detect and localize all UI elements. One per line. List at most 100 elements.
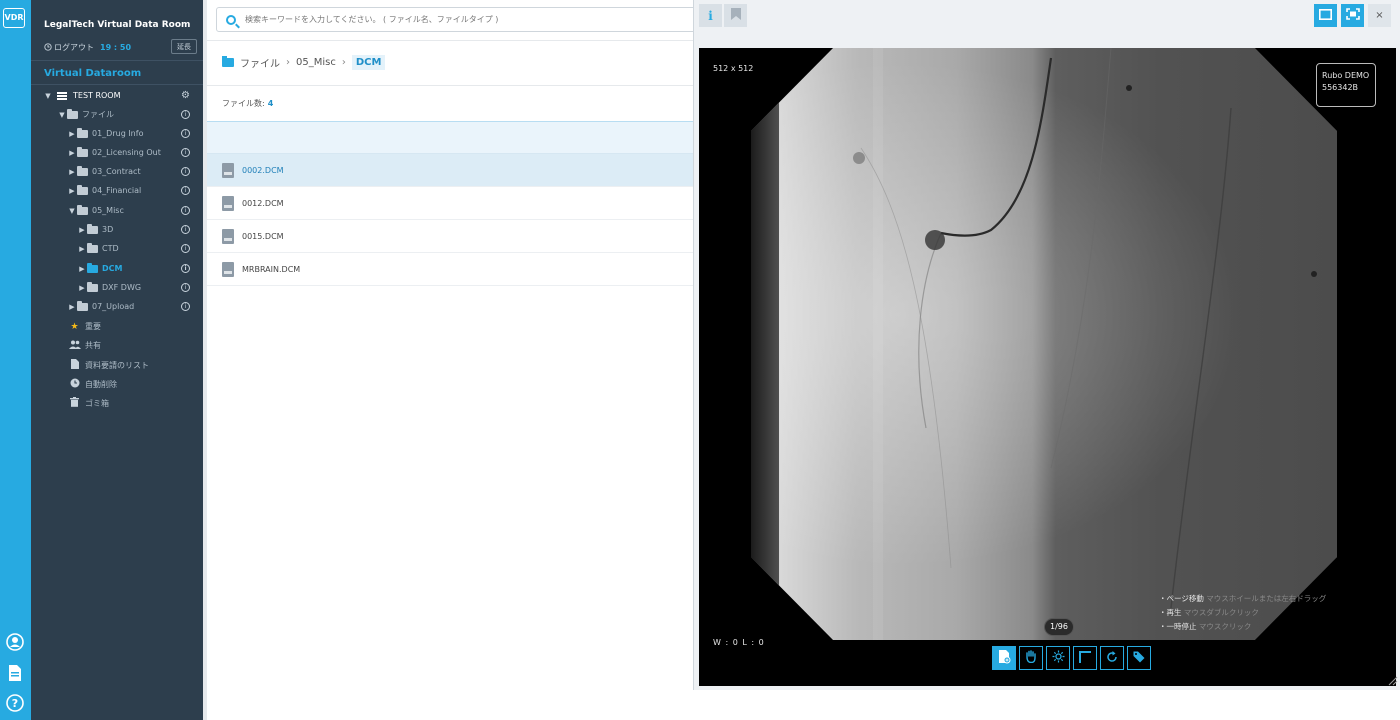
caret-down-icon[interactable]: ▼ — [67, 207, 77, 215]
breadcrumb: ファイル › 05_Misc › DCM — [222, 55, 386, 70]
clock-icon — [69, 378, 80, 391]
tree-item-07-upload[interactable]: ▶ 07_Upload i — [31, 297, 203, 316]
tree-item-01-drug-info[interactable]: ▶ 01_Drug Info i — [31, 124, 203, 143]
caret-right-icon[interactable]: ▶ — [67, 130, 77, 138]
room-name: TEST ROOM — [73, 91, 121, 100]
info-icon[interactable]: i — [181, 225, 190, 234]
tree-item-dcm[interactable]: ▶ DCM i — [31, 259, 203, 278]
folder-icon — [77, 184, 88, 195]
rotate-tool[interactable] — [1100, 646, 1124, 670]
breadcrumb-item-files[interactable]: ファイル — [240, 55, 280, 70]
folder-icon — [77, 300, 88, 311]
caret-right-icon[interactable]: ▶ — [67, 149, 77, 157]
tree-item-04-financial[interactable]: ▶ 04_Financial i — [31, 181, 203, 200]
file-row[interactable]: 0002.DCM — [207, 154, 693, 187]
tree-item-files[interactable]: ▼ ファイル i — [31, 105, 203, 124]
folder-icon — [87, 242, 98, 253]
caret-right-icon[interactable]: ▶ — [67, 303, 77, 311]
file-name[interactable]: 0002.DCM — [242, 166, 284, 175]
user-circle-icon[interactable] — [5, 632, 25, 652]
divider — [31, 60, 203, 61]
nav-shared[interactable]: 共有 — [31, 336, 203, 355]
panel-view-button[interactable] — [1314, 4, 1337, 27]
file-name[interactable]: 0012.DCM — [242, 199, 284, 208]
pan-tool[interactable] — [1019, 646, 1043, 670]
add-page-icon — [998, 649, 1011, 667]
caret-right-icon[interactable]: ▶ — [67, 168, 77, 176]
caret-down-icon[interactable]: ▼ — [43, 92, 53, 100]
caret-right-icon[interactable]: ▶ — [77, 284, 87, 292]
image-dimensions: 512 x 512 — [713, 64, 754, 73]
file-name[interactable]: MRBRAIN.DCM — [242, 265, 300, 274]
logout-label[interactable]: ログアウト — [54, 42, 94, 53]
bookmark-button[interactable] — [724, 4, 747, 27]
info-icon[interactable]: i — [181, 244, 190, 253]
file-row[interactable]: MRBRAIN.DCM — [207, 253, 693, 286]
info-icon[interactable]: i — [181, 110, 190, 119]
caret-right-icon[interactable]: ▶ — [77, 226, 87, 234]
fullscreen-icon — [1345, 8, 1360, 23]
chevron-right-icon: › — [341, 57, 346, 68]
info-icon[interactable]: i — [181, 148, 190, 157]
info-icon[interactable]: i — [181, 129, 190, 138]
gear-icon[interactable]: ⚙ — [181, 90, 190, 101]
file-row[interactable]: 0012.DCM — [207, 187, 693, 220]
tree-item-3d[interactable]: ▶ 3D i — [31, 220, 203, 239]
image-stage[interactable]: 512 x 512 Rubo DEMO 556342B ・ページ移動 マウスホイ… — [699, 48, 1396, 686]
nav-auto-delete[interactable]: 自動削除 — [31, 375, 203, 394]
info-icon[interactable]: i — [181, 283, 190, 292]
tree-label: DXF DWG — [102, 283, 142, 292]
folder-icon — [77, 204, 88, 215]
help-icon[interactable]: ? — [5, 693, 25, 713]
brightness-tool[interactable] — [1046, 646, 1070, 670]
tree-room[interactable]: ▼ TEST ROOM ⚙ — [31, 86, 203, 105]
tree-item-02-licensing-out[interactable]: ▶ 02_Licensing Out i — [31, 143, 203, 162]
breadcrumb-current: DCM — [351, 55, 386, 70]
file-panel: ファイル › 05_Misc › DCM ファイル数:4 0002.DCM 00… — [207, 0, 706, 720]
info-icon[interactable]: i — [181, 264, 190, 273]
crop-tool[interactable] — [1073, 646, 1097, 670]
vdr-logo[interactable]: VDR — [3, 8, 25, 28]
search-icon[interactable] — [226, 14, 236, 25]
nav-label: 重要 — [85, 322, 101, 331]
tree-label: ファイル — [82, 110, 114, 119]
tree-item-dxf-dwg[interactable]: ▶ DXF DWG i — [31, 278, 203, 297]
svg-text:?: ? — [12, 697, 18, 710]
search-bar — [216, 7, 706, 32]
info-icon[interactable]: i — [181, 186, 190, 195]
caret-right-icon[interactable]: ▶ — [77, 245, 87, 253]
tree-item-05-misc[interactable]: ▼ 05_Misc i — [31, 201, 203, 220]
add-page-tool[interactable] — [992, 646, 1016, 670]
file-count-label: ファイル数: — [222, 99, 265, 108]
tree-item-03-contract[interactable]: ▶ 03_Contract i — [31, 162, 203, 181]
caret-right-icon[interactable]: ▶ — [67, 187, 77, 195]
info-icon[interactable]: i — [181, 302, 190, 311]
dcm-file-icon — [222, 228, 234, 244]
document-icon[interactable] — [5, 663, 25, 683]
resize-handle-icon[interactable] — [1388, 676, 1398, 686]
viewer-toolbar — [992, 646, 1151, 670]
tree-item-ctd[interactable]: ▶ CTD i — [31, 239, 203, 258]
angiogram-image[interactable] — [751, 48, 1337, 640]
fullscreen-button[interactable] — [1341, 4, 1364, 27]
tree-label: 03_Contract — [92, 167, 141, 176]
search-input[interactable] — [245, 15, 685, 24]
info-icon[interactable]: i — [181, 167, 190, 176]
extend-session-button[interactable]: 延長 — [171, 39, 197, 54]
caret-right-icon[interactable]: ▶ — [77, 265, 87, 273]
close-button[interactable]: × — [1368, 4, 1391, 27]
file-name[interactable]: 0015.DCM — [242, 232, 284, 241]
nav-request-list[interactable]: 資料要請のリスト — [31, 356, 203, 375]
info-icon[interactable]: i — [181, 206, 190, 215]
breadcrumb-item-misc[interactable]: 05_Misc — [296, 57, 336, 68]
caret-down-icon[interactable]: ▼ — [57, 111, 67, 119]
tree-label: 01_Drug Info — [92, 129, 144, 138]
nav-trash[interactable]: ゴミ箱 — [31, 394, 203, 413]
file-row[interactable]: 0015.DCM — [207, 220, 693, 253]
nav-important[interactable]: ★ 重要 — [31, 317, 203, 336]
info-button[interactable]: i — [699, 4, 722, 27]
vessel-overlay — [853, 48, 1317, 609]
tree-label: CTD — [102, 244, 119, 253]
tag-tool[interactable] — [1127, 646, 1151, 670]
file-count: ファイル数: 4 — [222, 98, 273, 109]
